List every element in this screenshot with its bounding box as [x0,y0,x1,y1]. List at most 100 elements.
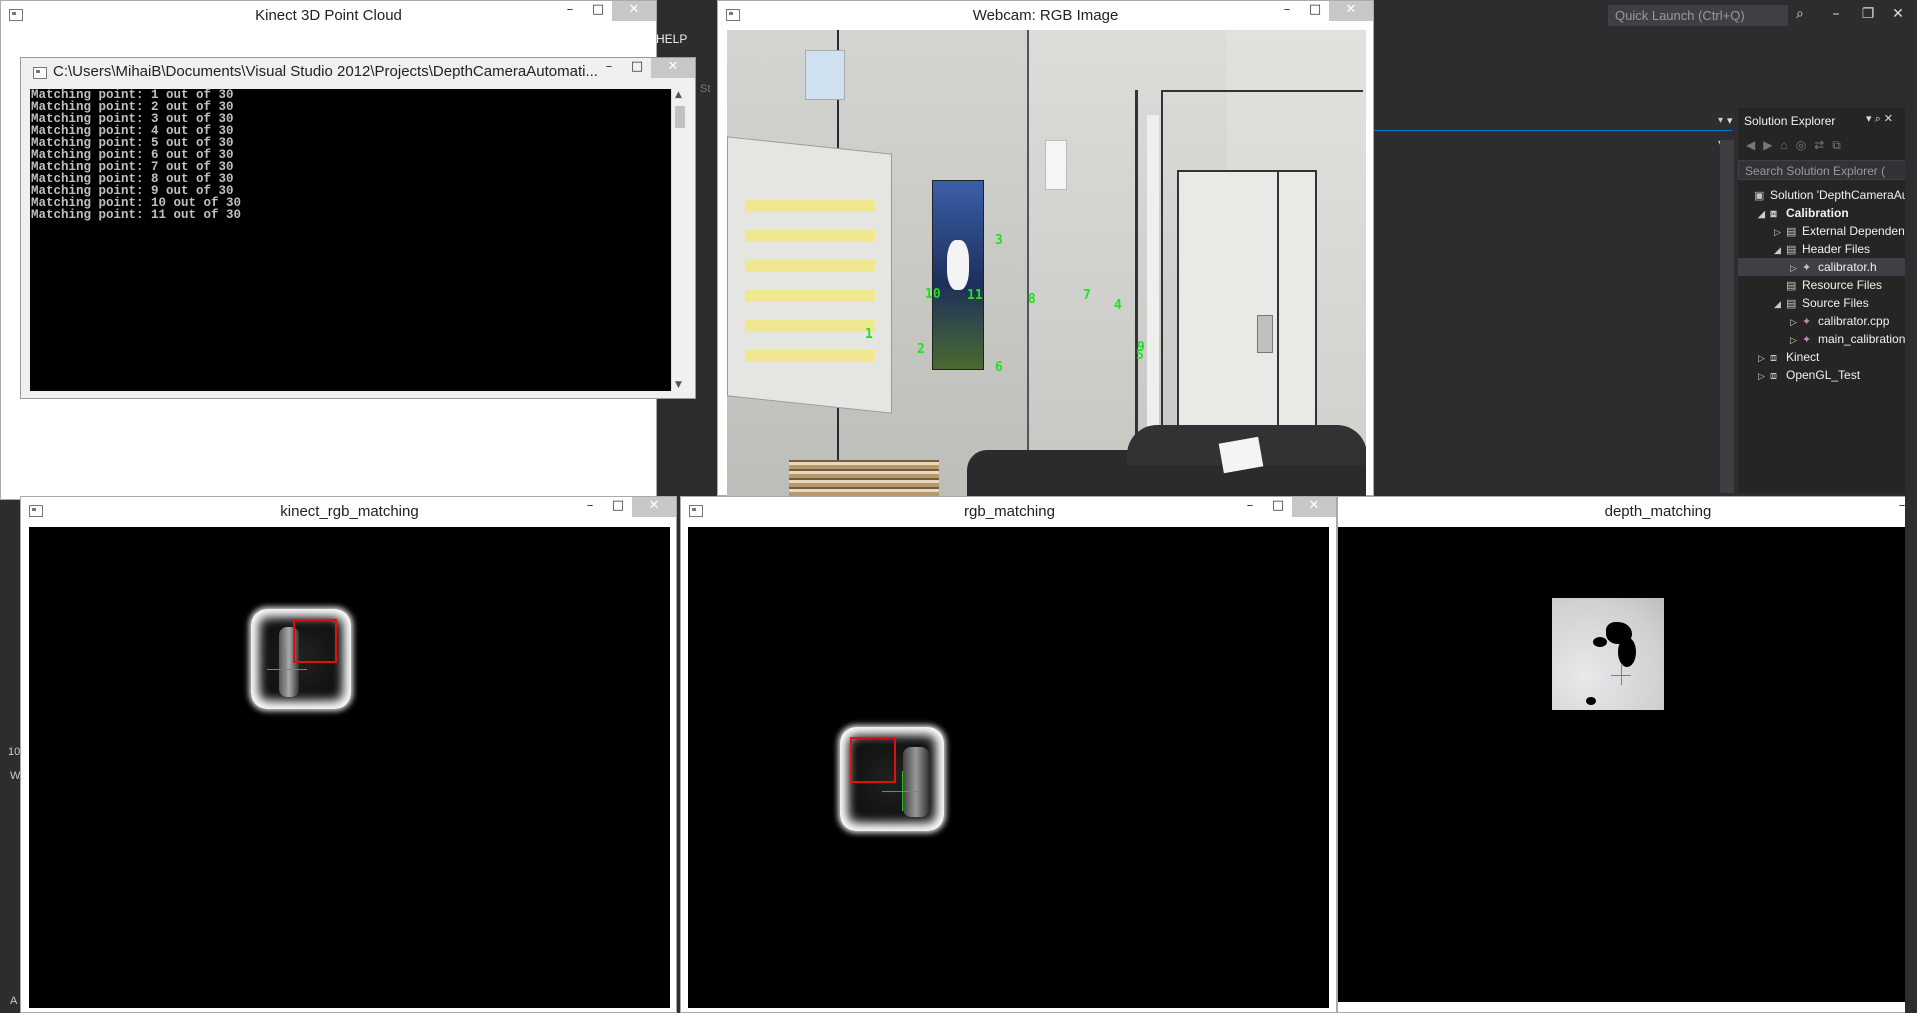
solution-tree-label: OpenGL_Test [1786,368,1861,382]
depth-matching-title: depth_matching [1604,503,1712,520]
kinect-rgb-canvas[interactable] [29,527,670,1008]
point-label: 9 [1137,340,1145,355]
minimize-button[interactable]: – [556,1,584,21]
app-icon [726,9,740,21]
console-title: C:\Users\MihaiB\Documents\Visual Studio … [53,63,598,80]
console-output[interactable]: Matching point: 1 out of 30 Matching poin… [30,89,671,391]
vs-left-stub: A [10,995,18,1007]
expand-toggle-icon[interactable]: ▷ [1758,349,1770,366]
solution-tree-label: main_calibration [1818,332,1906,346]
solution-tree-label: Resource Files [1802,278,1883,292]
point-label: 6 [995,360,1003,375]
expand-toggle-icon[interactable]: ◢ [1774,295,1786,312]
maximize-button[interactable]: □ [604,497,632,517]
app-icon [29,505,43,517]
solution-tree-item[interactable]: ▷ ✦ calibrator.h [1738,258,1917,276]
solution-tree-label: Solution 'DepthCameraAut [1770,188,1912,202]
minimize-button[interactable]: – [1236,497,1264,517]
solution-tree-label: Header Files [1802,242,1871,256]
point-label: 3 [995,233,1003,248]
console-line: Matching point: 11 out of 30 [31,208,242,222]
solution-tree-label: External Dependenc [1802,224,1911,238]
solution-tree-item[interactable]: ◢ ▤ Source Files [1738,294,1917,312]
quick-launch-input[interactable]: Quick Launch (Ctrl+Q) [1608,5,1788,26]
solution-tree-label: Source Files [1802,296,1869,310]
maximize-button[interactable]: □ [623,58,651,78]
project-icon: ⧈ [1770,208,1777,220]
close-button[interactable]: ✕ [612,1,656,21]
solution-tree-item[interactable]: ▷ ✦ calibrator.cpp [1738,312,1917,330]
menu-help[interactable]: HELP [656,32,687,46]
file-icon: ▤ [1786,244,1797,256]
maximize-button[interactable]: □ [1264,497,1292,517]
file-icon: ▤ [1786,298,1797,310]
app-icon [9,9,23,21]
expand-toggle-icon[interactable]: ▷ [1774,223,1786,240]
chevron-down-icon[interactable]: ▾ [1727,114,1733,127]
point-label: 2 [917,342,925,357]
expand-toggle-icon[interactable]: ▷ [1790,313,1802,330]
search-icon[interactable]: ⌕ [1796,6,1812,22]
console-icon [33,67,47,79]
console-scrollbar[interactable]: ▲ ▼ [671,89,688,391]
close-button[interactable]: ✕ [1329,1,1373,21]
expand-toggle-icon[interactable]: ◢ [1758,205,1770,222]
vs-left-stub: 10 [8,746,21,758]
app-icon [689,505,703,517]
solution-tree-label: calibrator.h [1818,260,1877,274]
point-label: 11 [967,288,983,303]
scroll-up-icon[interactable]: ▲ [675,90,682,100]
point-label: 8 [1028,292,1036,307]
file-icon: ▤ [1786,280,1797,292]
pin-icon[interactable]: ▾ ⌕ ✕ [1866,112,1893,126]
expand-toggle-icon[interactable]: ◢ [1774,241,1786,258]
vs-left-stub: W [10,770,21,782]
minimize-button[interactable]: – [595,58,623,78]
scroll-thumb[interactable] [675,106,685,128]
minimize-button[interactable]: – [576,497,604,517]
solution-search-input[interactable]: Search Solution Explorer ( [1738,160,1917,180]
close-button[interactable]: ✕ [1292,497,1336,517]
expand-toggle-icon[interactable]: ▷ [1790,259,1802,276]
file-icon: ✦ [1802,262,1812,274]
vs-vertical-scrollbar[interactable] [1720,140,1734,493]
rgb-matching-window: rgb_matching – □ ✕ [680,496,1337,1013]
solution-tree-item[interactable]: ▣ Solution 'DepthCameraAut [1738,186,1917,204]
expand-toggle-icon[interactable]: ▷ [1790,331,1802,348]
project-icon: ⧈ [1770,370,1777,382]
solution-tree-item[interactable]: ▷ ⧈ Kinect [1738,348,1917,366]
close-button[interactable]: ✕ [651,58,695,78]
maximize-button[interactable]: □ [1301,1,1329,21]
solution-explorer: Solution Explorer ▾ ⌕ ✕ ◀▶⌂◎⇄⧉ Search So… [1738,108,1917,493]
minimize-icon[interactable]: – [1826,4,1846,24]
solution-tree-item[interactable]: ▷ ▤ External Dependenc [1738,222,1917,240]
webcam-image: 1 2 3 4 5 6 7 8 9 10 11 [727,30,1366,496]
solution-tree-item[interactable]: ▷ ⧈ OpenGL_Test [1738,366,1917,384]
file-icon: ✦ [1802,334,1812,346]
vs-editor-area [1370,131,1736,501]
solution-explorer-toolbar[interactable]: ◀▶⌂◎⇄⧉ [1738,134,1917,156]
file-icon: ✦ [1802,316,1812,328]
maximize-button[interactable]: □ [584,1,612,21]
minimize-button[interactable]: – [1273,1,1301,21]
solution-tree-item[interactable]: ▷ ✦ main_calibration [1738,330,1917,348]
kinect-rgb-matching-window: kinect_rgb_matching – □ ✕ [20,496,677,1013]
solution-icon: ▣ [1754,190,1765,202]
rgb-matching-canvas[interactable] [688,527,1329,1008]
file-icon: ▤ [1786,226,1797,238]
project-icon: ⧈ [1770,352,1777,364]
solution-tree-label: Kinect [1786,350,1820,364]
expand-toggle-icon[interactable]: ▷ [1758,367,1770,384]
solution-tree-label: Calibration [1786,206,1849,220]
solution-tree-item[interactable]: ◢ ▤ Header Files [1738,240,1917,258]
restore-icon[interactable]: ❐ [1858,4,1878,24]
solution-tree-item[interactable]: ◢ ⧈ Calibration [1738,204,1917,222]
point-label: 4 [1114,298,1122,313]
depth-matching-canvas[interactable] [1338,527,1917,1002]
depth-matching-window: depth_matching – [1337,496,1917,1013]
solution-tree-item[interactable]: ▤ Resource Files [1738,276,1917,294]
scroll-down-icon[interactable]: ▼ [675,380,682,390]
console-window: C:\Users\MihaiB\Documents\Visual Studio … [20,57,696,399]
point-label: 1 [865,327,873,342]
close-button[interactable]: ✕ [632,497,676,517]
